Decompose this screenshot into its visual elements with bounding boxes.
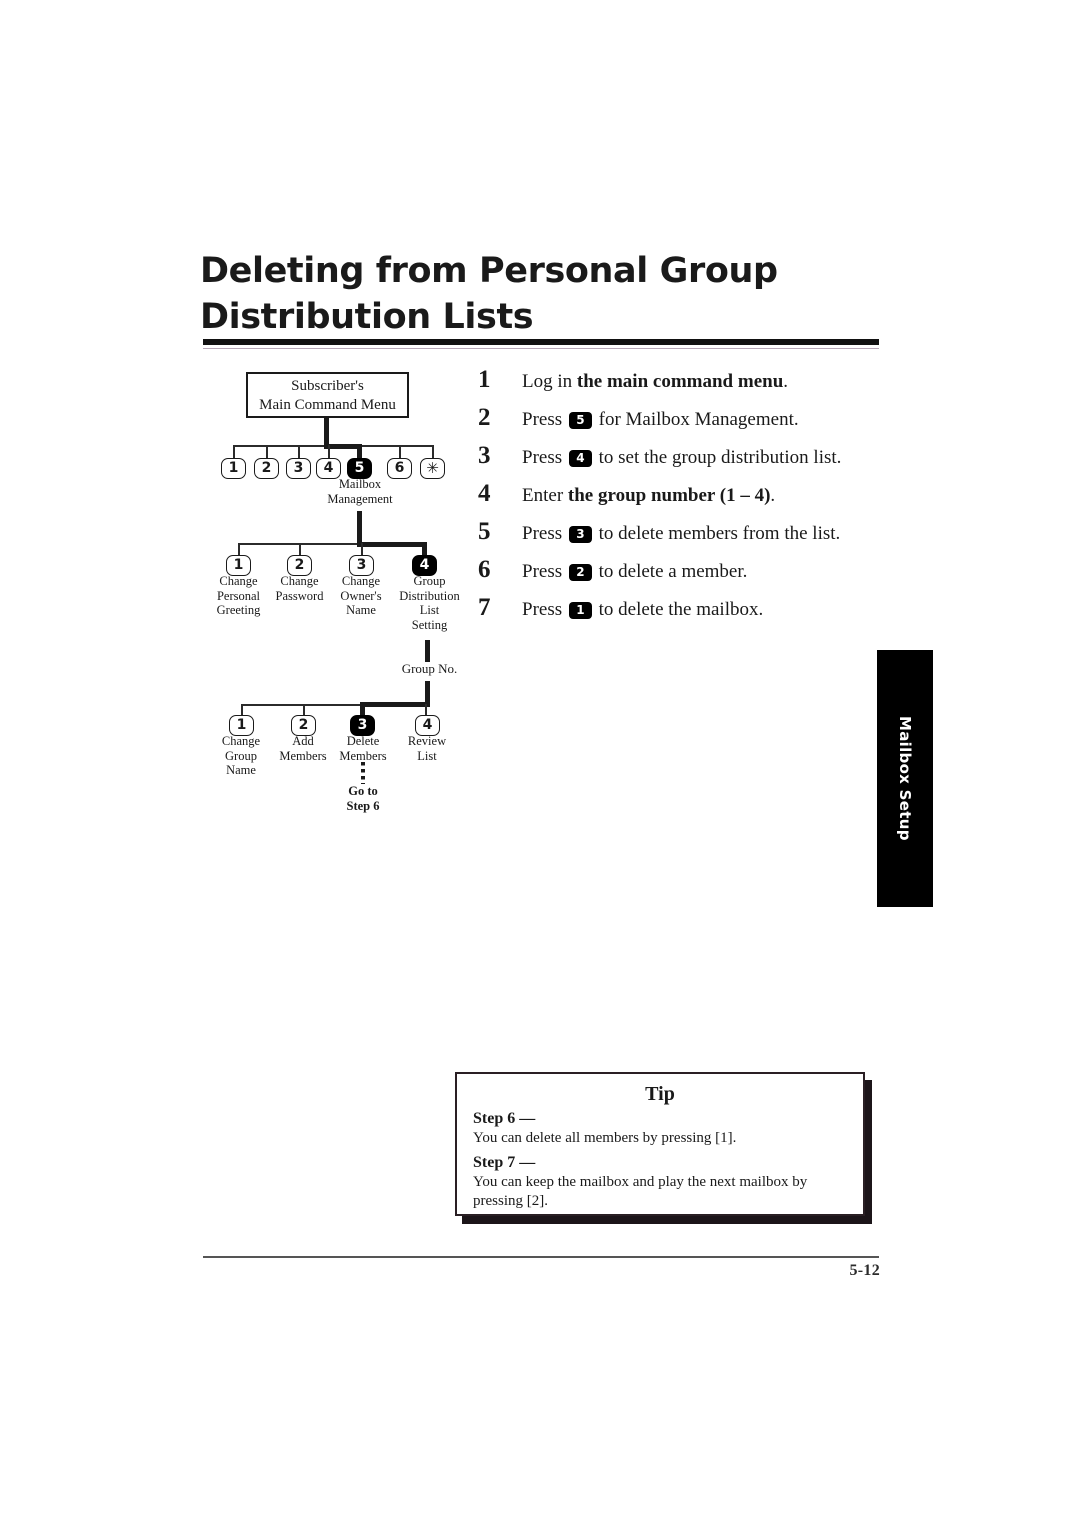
step-3-pre: Press [522,447,567,468]
diagram-level2-key-3[interactable]: 3 [349,555,374,576]
step-7-post: to delete the mailbox. [593,599,764,620]
page-number: 5-12 [849,1262,880,1279]
level1-drop-star [432,445,434,459]
menu-flow-diagram: Subscriber's Main Command Menu 1 2 3 4 5… [200,366,490,826]
goto-step-label-line1: Go to [348,784,378,798]
level1-selected-caption-line2: Management [327,491,393,506]
procedure-steps: 1 Log in the main command menu. 2 Press … [478,366,890,632]
root-menu-box-line1: Subscriber's [291,378,364,394]
inline-key-4[interactable]: 4 [568,450,592,467]
step-3: 3 Press 4 to set the group distribution … [478,442,890,480]
step-5-pre: Press [522,523,567,544]
group-no-label: Group No. [401,661,458,676]
level1-drop-5 [357,445,362,459]
diagram-level2-key-4-selected[interactable]: 4 [412,555,437,576]
step-2-post: for Mailbox Management. [593,409,799,430]
tip-box: Tip Step 6 — You can delete all members … [455,1072,865,1216]
section-side-tab: Mailbox Setup [877,650,933,907]
step-1-number: 1 [478,366,491,393]
diagram-key-star[interactable]: ✳ [420,458,445,479]
step-3-text: Press 4 to set the group distribution li… [522,442,890,471]
step-7-number: 7 [478,594,491,621]
step-2-pre: Press [522,409,567,430]
diagram-level3-key-1[interactable]: 1 [229,715,254,736]
diagram-key-5-selected[interactable]: 5 [347,458,372,479]
diagram-key-1[interactable]: 1 [221,458,246,479]
tip-title: Tip [645,1083,675,1105]
group-no-connector-top [425,640,430,662]
step-5-number: 5 [478,518,491,545]
tip-step-7-body: You can keep the mailbox and play the ne… [473,1174,808,1209]
tip-step-6-heading: Step 6 — [473,1110,536,1127]
step-5: 5 Press 3 to delete members from the lis… [478,518,890,556]
step-4-text: Enter the group number (1 – 4). [522,480,890,509]
level2-drop-connector [357,511,362,544]
page-title: Deleting from Personal Group Distributio… [200,251,778,337]
inline-key-1[interactable]: 1 [568,602,592,619]
level1-drop-1 [233,445,235,459]
section-side-tab-label: Mailbox Setup [896,716,914,841]
step-5-text: Press 3 to delete members from the list. [522,518,890,547]
step-7-pre: Press [522,599,567,620]
root-menu-box: Subscriber's Main Command Menu [246,372,409,418]
step-1-text: Log in the main command menu. [522,366,890,395]
step-1: 1 Log in the main command menu. [478,366,890,404]
step-2-text: Press 5 for Mailbox Management. [522,404,890,433]
footer-rule [203,1256,879,1258]
step-4-pre: Enter [522,485,568,506]
level1-selected-caption-line1: Mailbox [338,477,382,491]
step-1-bold: the main command menu [576,371,784,392]
step-7: 7 Press 1 to delete the mailbox. [478,594,890,632]
level2-caption-4: Group Distribution List Setting [399,574,460,632]
step-5-post: to delete members from the list. [593,523,841,544]
step-6-pre: Press [522,561,567,582]
step-1-pre: Log in [522,371,577,392]
level3-bus-highlight [360,702,430,707]
step-6: 6 Press 2 to delete a member. [478,556,890,594]
step-6-number: 6 [478,556,491,583]
level3-caption-3: Delete Members [339,734,387,763]
root-drop-connector [324,418,329,446]
diagram-level3-key-4[interactable]: 4 [415,715,440,736]
goto-dotted-connector [361,762,365,784]
step-3-number: 3 [478,442,491,469]
tip-step-7-heading: Step 7 — [473,1154,536,1171]
step-4-number: 4 [478,480,491,507]
diagram-level2-key-1[interactable]: 1 [226,555,251,576]
root-menu-box-line2: Main Command Menu [259,397,396,413]
title-rule [203,339,879,345]
level1-drop-3 [298,445,300,459]
inline-key-5[interactable]: 5 [568,412,592,429]
inline-key-3[interactable]: 3 [568,526,592,543]
level2-bus-highlight [357,542,427,547]
level1-selected-caption: Mailbox Management [320,477,400,506]
step-4-bold: the group number (1 – 4) [567,485,771,506]
step-1-post: . [783,371,789,392]
title-rule-accent [203,348,879,349]
level1-drop-4 [328,445,330,459]
inline-key-2[interactable]: 2 [568,564,592,581]
step-4-post: . [770,485,776,506]
tip-step-6-body: You can delete all members by pressing [… [473,1130,737,1146]
level1-drop-2 [266,445,268,459]
step-2: 2 Press 5 for Mailbox Management. [478,404,890,442]
step-7-text: Press 1 to delete the mailbox. [522,594,890,623]
goto-step-label-line2: Step 6 [346,799,380,813]
diagram-key-2[interactable]: 2 [254,458,279,479]
diagram-key-3[interactable]: 3 [286,458,311,479]
level1-drop-6 [399,445,401,459]
step-6-text: Press 2 to delete a member. [522,556,890,585]
diagram-key-4[interactable]: 4 [316,458,341,479]
diagram-level3-key-3-selected[interactable]: 3 [350,715,375,736]
level3-caption-4: Review List [407,734,447,763]
diagram-level3-key-2[interactable]: 2 [291,715,316,736]
step-2-number: 2 [478,404,491,431]
step-4: 4 Enter the group number (1 – 4). [478,480,890,518]
step-3-post: to set the group distribution list. [593,447,842,468]
goto-step-label: Go to Step 6 [327,784,399,814]
diagram-key-6[interactable]: 6 [387,458,412,479]
step-6-post: to delete a member. [593,561,748,582]
diagram-level2-key-2[interactable]: 2 [287,555,312,576]
